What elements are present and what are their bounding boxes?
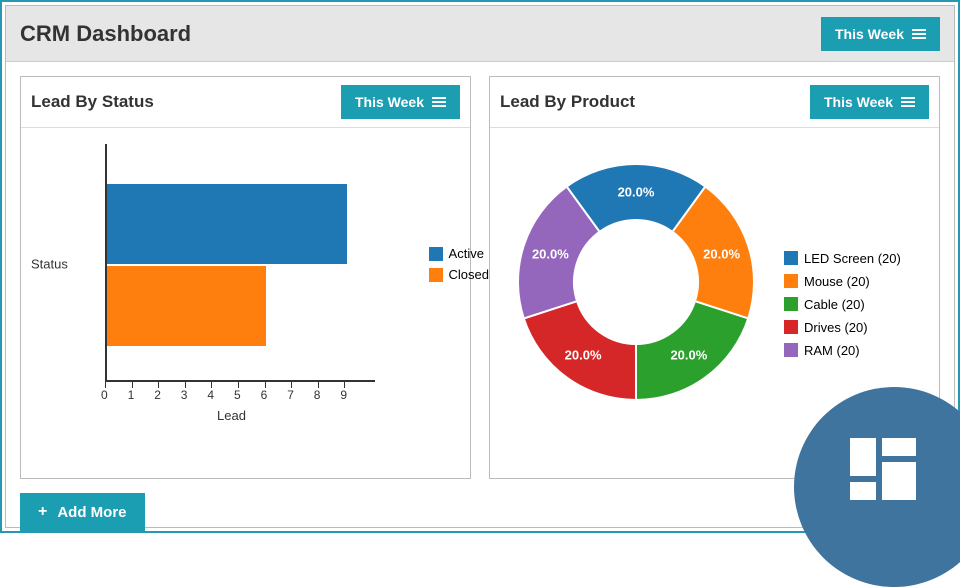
legend-item: LED Screen (20) (784, 251, 901, 266)
bar-legend: Active Closed (429, 246, 489, 288)
legend-item: Active (429, 246, 489, 261)
add-more-label: Add More (57, 504, 126, 521)
panel-body: Status 0123456789 Lead Active (21, 128, 470, 478)
legend-swatch (429, 247, 443, 261)
panel-title: Lead By Product (500, 92, 635, 112)
x-axis-label: Lead (217, 408, 246, 423)
legend-swatch (784, 343, 798, 357)
plus-icon: + (38, 503, 47, 521)
legend-swatch (784, 297, 798, 311)
donut-slice-label: 20.0% (532, 247, 569, 262)
product-filter-button[interactable]: This Week (810, 85, 929, 119)
bar-closed (107, 266, 266, 346)
panel-header: Lead By Status This Week (21, 77, 470, 128)
donut-slice-label: 20.0% (565, 347, 602, 362)
x-tick: 4 (207, 388, 214, 402)
dashboard-filter-label: This Week (835, 26, 904, 42)
legend-label: Active (449, 246, 484, 261)
dashboard: CRM Dashboard This Week Lead By Status T… (5, 5, 955, 528)
donut-slice-label: 20.0% (670, 347, 707, 362)
legend-swatch (784, 251, 798, 265)
panel-row: Lead By Status This Week Status 0 1 2 3 4 5 6 7… (6, 62, 954, 479)
add-more-button[interactable]: + Add More (20, 493, 145, 531)
x-tick: 2 (154, 388, 161, 402)
legend-label: Closed (449, 267, 489, 282)
product-filter-label: This Week (824, 94, 893, 110)
legend-item: RAM (20) (784, 343, 901, 358)
y-axis-label: Status (31, 257, 68, 272)
panel-header: Lead By Product This Week (490, 77, 939, 128)
legend-label: LED Screen (20) (804, 251, 901, 266)
x-tick: 5 (234, 388, 241, 402)
legend-label: Drives (20) (804, 320, 868, 335)
legend-item: Drives (20) (784, 320, 901, 335)
legend-item: Cable (20) (784, 297, 901, 312)
dashboard-filter-button[interactable]: This Week (821, 17, 940, 51)
legend-swatch (429, 268, 443, 282)
menu-icon (432, 97, 446, 107)
legend-item: Closed (429, 267, 489, 282)
bar-active (107, 184, 347, 264)
legend-item: Mouse (20) (784, 274, 901, 289)
status-filter-button[interactable]: This Week (341, 85, 460, 119)
x-tick: 3 (181, 388, 188, 402)
legend-swatch (784, 274, 798, 288)
legend-label: Mouse (20) (804, 274, 870, 289)
grid-icon (850, 438, 918, 506)
status-filter-label: This Week (355, 94, 424, 110)
x-tick: 6 (261, 388, 268, 402)
legend-label: RAM (20) (804, 343, 860, 358)
panel-title: Lead By Status (31, 92, 154, 112)
bar-chart: Status 0123456789 Lead Active (77, 144, 417, 424)
menu-icon (901, 97, 915, 107)
donut-area: 20.0% 20.0% 20.0% 20.0% 20.0% LED Screen (20… (500, 144, 929, 412)
page-title: CRM Dashboard (20, 21, 191, 47)
legend-swatch (784, 320, 798, 334)
x-tick: 9 (340, 388, 347, 402)
dashboard-header: CRM Dashboard This Week (6, 6, 954, 62)
x-tick: 1 (128, 388, 135, 402)
menu-icon (912, 29, 926, 39)
x-tick: 0 (101, 388, 108, 402)
x-tick: 7 (287, 388, 294, 402)
donut-chart: 20.0% 20.0% 20.0% 20.0% 20.0% (506, 152, 766, 412)
app-frame: CRM Dashboard This Week Lead By Status T… (0, 0, 960, 533)
donut-legend: LED Screen (20) Mouse (20) Cable (20) Drive… (784, 251, 901, 366)
legend-label: Cable (20) (804, 297, 865, 312)
donut-slice-label: 20.0% (703, 247, 740, 262)
donut-slice-label: 20.0% (618, 185, 655, 200)
x-axis (105, 380, 375, 382)
panel-lead-by-status: Lead By Status This Week Status 0 1 2 3 4 5 6 7… (20, 76, 471, 479)
x-tick: 8 (314, 388, 321, 402)
